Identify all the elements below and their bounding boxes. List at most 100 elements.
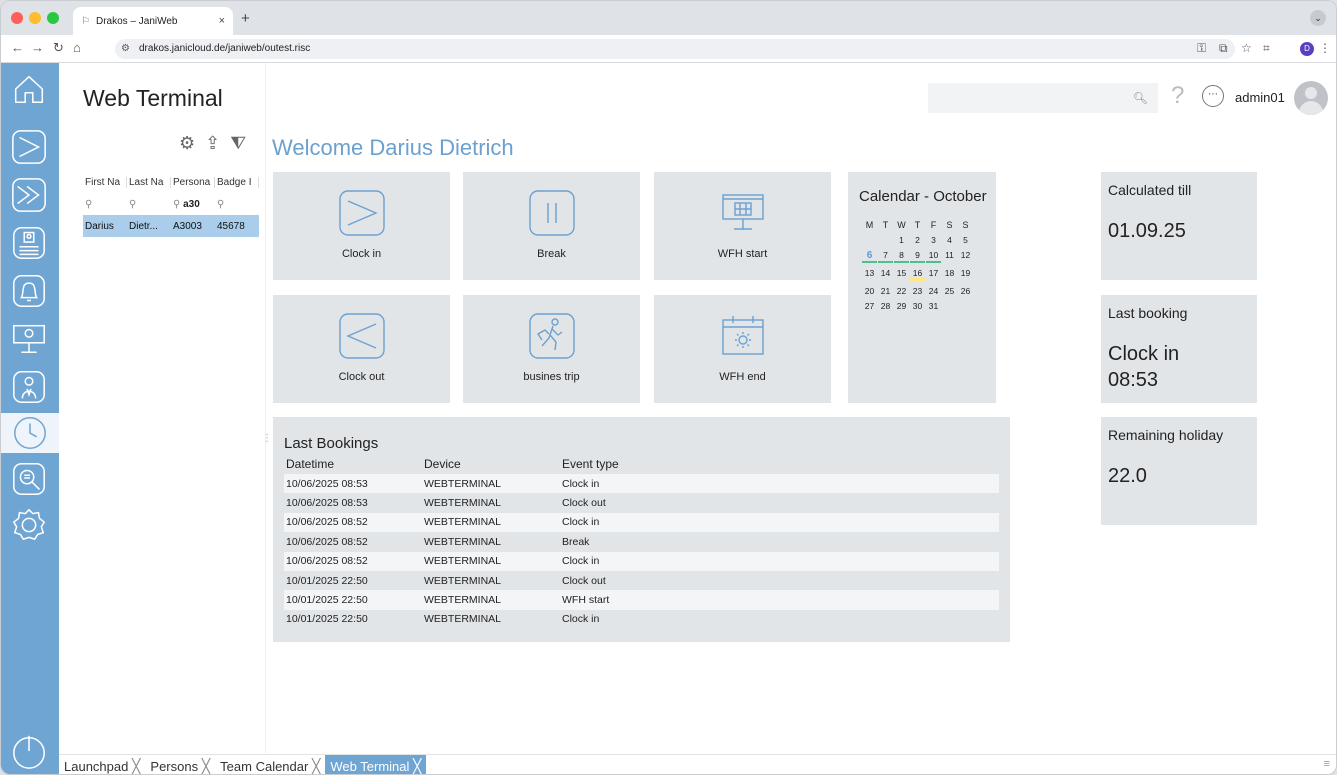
clock-out-tile[interactable]: Clock out [273, 295, 450, 403]
calendar-day[interactable]: 19 [958, 268, 973, 281]
browser-menu-icon[interactable]: ⋮ [1319, 41, 1331, 55]
extensions-icon[interactable]: ⌗ [1263, 41, 1270, 56]
calendar-day[interactable]: 4 [942, 235, 957, 245]
calendar-day[interactable]: 14 [878, 268, 893, 281]
calendar-day[interactable]: 22 [894, 286, 909, 296]
column-header[interactable]: Badge I [215, 176, 259, 188]
calendar-day[interactable]: 13 [862, 268, 877, 281]
forward-icon[interactable]: → [31, 40, 44, 55]
calendar-day[interactable]: 7 [878, 250, 893, 263]
home-icon[interactable]: ⌂ [73, 40, 81, 55]
close-tab-icon[interactable]: ╳ [413, 758, 421, 774]
calendar-day[interactable]: 9 [910, 250, 925, 263]
clock-in-tile[interactable]: Clock in [273, 172, 450, 280]
clock-in-nav-icon[interactable] [9, 127, 49, 167]
bookmark-star-icon[interactable]: ☆ [1241, 41, 1252, 55]
wfh-start-tile[interactable]: WFH start [654, 172, 831, 280]
table-row[interactable]: 10/06/2025 08:52 WEBTERMINAL Clock in [284, 512, 999, 533]
calendar-day[interactable]: 21 [878, 286, 893, 296]
calendar-day[interactable]: 25 [942, 286, 957, 296]
calendar-day[interactable]: 26 [958, 286, 973, 296]
close-tab-icon[interactable]: × [219, 15, 225, 27]
help-icon[interactable]: ? [1171, 82, 1184, 110]
fast-forward-nav-icon[interactable] [9, 175, 49, 215]
badge-card-nav-icon[interactable] [9, 223, 49, 263]
panel-splitter[interactable] [265, 63, 266, 753]
calendar-day[interactable]: 18 [942, 268, 957, 281]
calendar-day[interactable]: 15 [894, 268, 909, 281]
search-input[interactable]: 🔍︎ [928, 83, 1158, 113]
calendar-day[interactable]: 8 [894, 250, 909, 263]
table-row[interactable]: 10/01/2025 22:50 WEBTERMINAL WFH start [284, 590, 999, 610]
column-header[interactable]: Last Na [127, 176, 171, 188]
close-window-button[interactable] [11, 12, 23, 24]
export-icon[interactable]: ⇪ [205, 133, 220, 154]
calendar-day[interactable]: 28 [878, 301, 893, 311]
address-bar[interactable]: drakos.janicloud.de/janiweb/outest.risc [115, 39, 1235, 59]
close-tab-icon[interactable]: ╳ [312, 758, 320, 774]
bottom-tab[interactable]: Launchpad ╳ [59, 755, 145, 775]
calendar-day[interactable]: 23 [910, 286, 925, 296]
table-row[interactable]: 10/01/2025 22:50 WEBTERMINAL Clock in [284, 610, 999, 629]
calendar-day[interactable]: 30 [910, 301, 925, 311]
search-report-nav-icon[interactable] [9, 459, 49, 499]
password-key-icon[interactable]: ⚿ [1197, 41, 1206, 56]
table-row[interactable]: 10/06/2025 08:52 WEBTERMINAL Clock in [284, 551, 999, 571]
calendar-day[interactable]: 10 [926, 250, 941, 263]
break-tile[interactable]: Break [463, 172, 640, 280]
clock-nav-icon[interactable] [1, 413, 59, 453]
calendar-day[interactable]: 16 [910, 268, 925, 281]
install-app-icon[interactable]: ⧉ [1219, 41, 1228, 56]
username-label[interactable]: admin01 [1235, 90, 1285, 105]
settings-nav-icon[interactable] [9, 505, 49, 545]
bottom-tab[interactable]: Persons ╳ [145, 755, 215, 775]
search-icon[interactable]: 🔍︎ [1133, 91, 1148, 105]
avatar[interactable] [1294, 81, 1328, 115]
table-row[interactable]: 10/06/2025 08:52 WEBTERMINAL Break [284, 532, 999, 551]
bottom-tab[interactable]: Team Calendar ╳ [215, 755, 325, 775]
calendar-day[interactable]: 3 [926, 235, 941, 245]
calendar-day[interactable]: 1 [894, 235, 909, 245]
settings-gear-icon[interactable]: ⚙ [179, 133, 195, 154]
table-row[interactable]: 10/01/2025 22:50 WEBTERMINAL Clock out [284, 571, 999, 590]
bottom-tab[interactable]: Web Terminal ╳ [325, 754, 427, 774]
last-name-filter[interactable]: ⚲ [127, 199, 171, 210]
terminal-nav-icon[interactable] [9, 319, 49, 359]
close-tab-icon[interactable]: ╳ [132, 758, 140, 774]
calendar-day[interactable]: 31 [926, 301, 941, 311]
calendar-day[interactable]: 29 [894, 301, 909, 311]
badge-filter[interactable]: ⚲ [215, 199, 259, 210]
tab-bar-menu-icon[interactable]: ≡ [1324, 758, 1330, 770]
chat-icon[interactable]: ⋯ [1202, 85, 1224, 107]
back-icon[interactable]: ← [11, 40, 24, 55]
minimize-window-button[interactable] [29, 12, 41, 24]
business-trip-tile[interactable]: busines trip [463, 295, 640, 403]
home-nav-icon[interactable] [9, 69, 49, 109]
calendar-day[interactable]: 12 [958, 250, 973, 263]
new-tab-button[interactable]: + [241, 10, 250, 27]
calendar-day[interactable]: 6 [862, 250, 877, 263]
profile-avatar[interactable]: D [1300, 42, 1314, 56]
first-name-filter[interactable]: ⚲ [83, 199, 127, 210]
calendar-day[interactable]: 17 [926, 268, 941, 281]
personnel-filter[interactable]: ⚲ a30 [171, 199, 215, 210]
table-row[interactable]: Darius Dietr... A3003 45678 [83, 215, 259, 237]
calendar-day[interactable]: 27 [862, 301, 877, 311]
site-info-icon[interactable]: ⚙ [121, 43, 130, 54]
maximize-window-button[interactable] [47, 12, 59, 24]
browser-tab[interactable]: ⚐ Drakos – JaniWeb × [73, 7, 233, 35]
calendar-day[interactable]: 11 [942, 250, 957, 263]
bell-nav-icon[interactable] [9, 271, 49, 311]
column-header[interactable]: Persona [171, 176, 215, 188]
person-badge-nav-icon[interactable] [9, 367, 49, 407]
close-tab-icon[interactable]: ╳ [202, 758, 210, 774]
table-row[interactable]: 10/06/2025 08:53 WEBTERMINAL Clock in [284, 474, 999, 494]
tab-search-icon[interactable]: ⌄ [1310, 10, 1326, 26]
calendar-day[interactable]: 2 [910, 235, 925, 245]
column-header[interactable]: First Na [83, 176, 127, 188]
reload-icon[interactable]: ↻ [53, 40, 64, 56]
table-row[interactable]: 10/06/2025 08:53 WEBTERMINAL Clock out [284, 493, 999, 512]
calendar-day[interactable]: 5 [958, 235, 973, 245]
splitter-grip-icon[interactable]: ⋮ [262, 433, 272, 444]
power-nav-icon[interactable] [9, 731, 49, 771]
